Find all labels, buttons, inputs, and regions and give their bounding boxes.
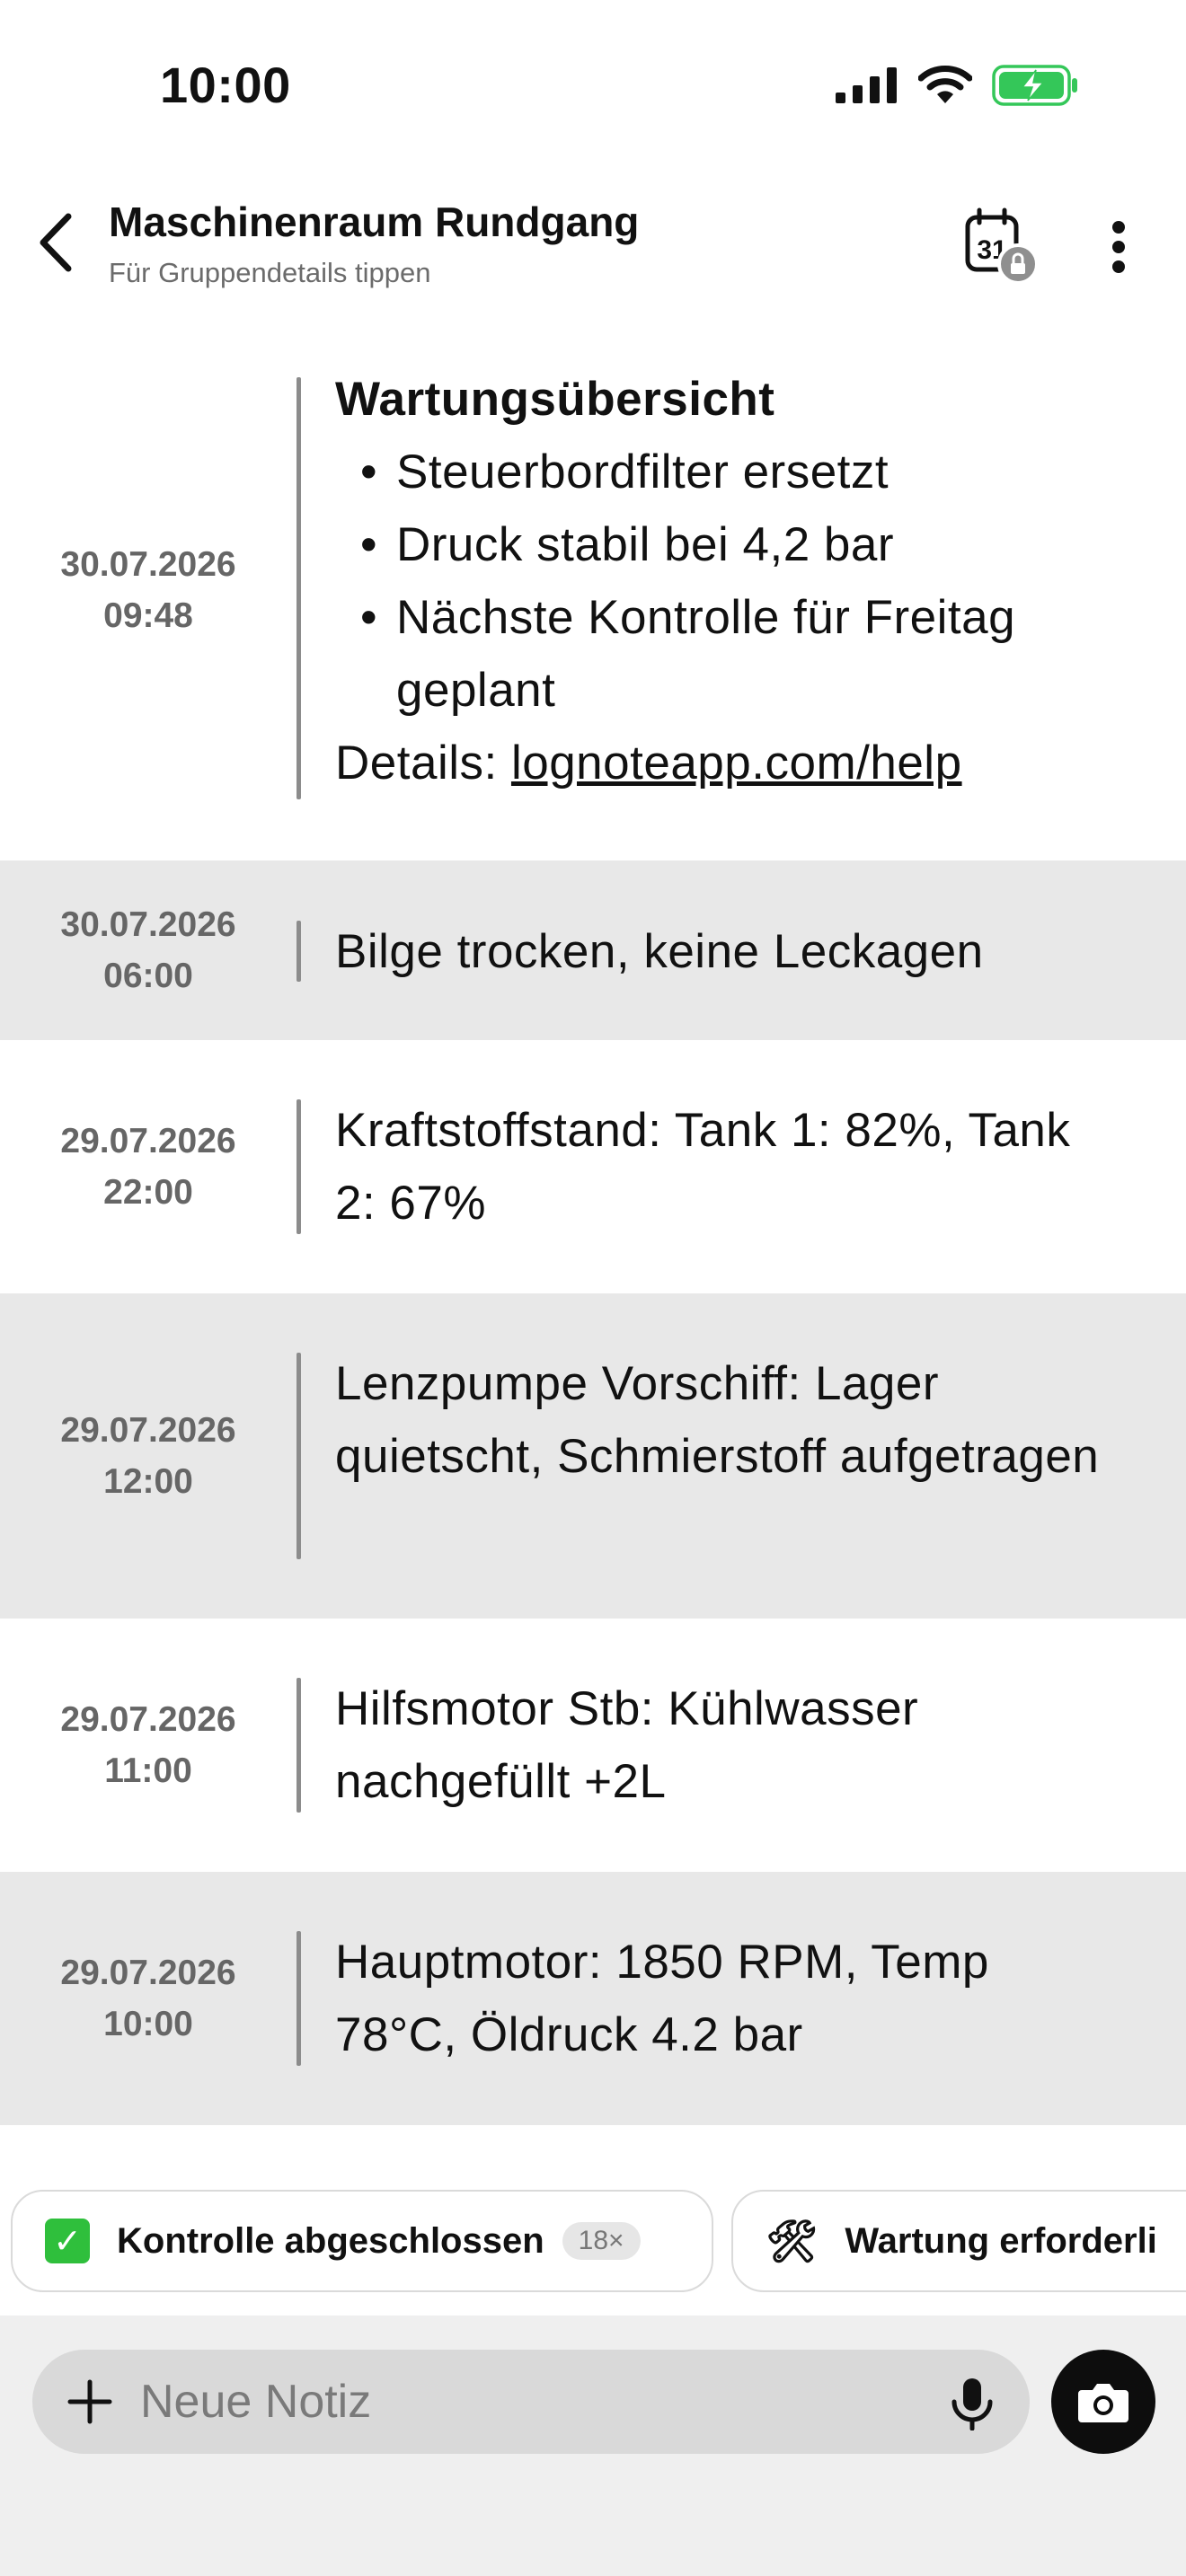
microphone-icon[interactable] — [947, 2377, 997, 2430]
log-entry[interactable]: 30.07.2026 06:00 Bilge trocken, keine Le… — [0, 860, 1186, 1040]
entry-text: Wartungsübersicht Steuerbordfilter erset… — [335, 363, 1123, 799]
group-subtitle[interactable]: Für Gruppendetails tippen — [109, 257, 430, 289]
entry-timestamp: 29.07.2026 12:00 — [0, 1405, 296, 1507]
camera-button[interactable] — [1051, 2350, 1155, 2454]
entry-timestamp: 30.07.2026 06:00 — [0, 899, 296, 1001]
plus-icon[interactable] — [63, 2375, 117, 2429]
more-vertical-icon — [1112, 221, 1125, 273]
entry-divider — [296, 921, 301, 982]
summary-item: Steuerbordfilter ersetzt — [335, 436, 1123, 508]
camera-icon — [1078, 2384, 1128, 2422]
entry-date: 30.07.2026 — [60, 545, 236, 584]
details-label: Details: — [335, 737, 511, 790]
note-input-container[interactable] — [32, 2350, 1030, 2454]
wifi-icon — [918, 66, 972, 103]
status-icons — [836, 65, 1078, 106]
entry-date: 29.07.2026 — [60, 1411, 236, 1450]
chip-label: Kontrolle abgeschlossen — [117, 2220, 544, 2261]
log-entry[interactable]: 29.07.2026 11:00 Hilfsmotor Stb: Kühlwas… — [0, 1619, 1186, 1872]
chip-label: Wartung erforderli — [845, 2220, 1157, 2261]
chip-count-badge: 18× — [562, 2222, 641, 2260]
tools-icon: 🛠 — [766, 2217, 819, 2264]
back-button[interactable] — [27, 207, 84, 278]
more-button[interactable] — [1096, 207, 1141, 287]
chat-header: Maschinenraum Rundgang Für Gruppendetail… — [0, 171, 1186, 350]
entry-timestamp: 30.07.2026 09:48 — [0, 539, 296, 641]
entry-divider — [296, 1353, 301, 1559]
back-chevron-icon — [40, 213, 72, 272]
calendar-button[interactable]: 31 — [952, 207, 1042, 287]
log-entry[interactable]: 29.07.2026 12:00 Lenzpumpe Vorschiff: La… — [0, 1293, 1186, 1619]
cellular-signal-icon — [836, 67, 897, 103]
entry-text: Kraftstoffstand: Tank 1: 82%, Tank 2: 67… — [335, 1104, 1071, 1230]
summary-title: Wartungsübersicht — [335, 373, 775, 426]
status-bar: 10:00 — [0, 0, 1186, 171]
entry-date: 29.07.2026 — [60, 1700, 236, 1739]
entry-text: Bilge trocken, keine Leckagen — [335, 925, 984, 978]
details-link[interactable]: lognoteapp.com/help — [511, 737, 962, 790]
entry-date: 30.07.2026 — [60, 905, 236, 944]
group-title[interactable]: Maschinenraum Rundgang — [109, 198, 639, 246]
entry-text: Hauptmotor: 1850 RPM, Temp 78°C, Öldruck… — [335, 1936, 989, 2061]
chip-wartung-erforderlich[interactable]: 🛠 Wartung erforderli — [731, 2190, 1186, 2292]
entry-time: 12:00 — [103, 1462, 193, 1501]
summary-item: Nächste Kontrolle für Freitag geplant — [335, 581, 1123, 727]
entry-timestamp: 29.07.2026 22:00 — [0, 1116, 296, 1218]
calendar-lock-icon: 31 — [965, 207, 1039, 285]
log-entry[interactable]: 29.07.2026 22:00 Kraftstoffstand: Tank 1… — [0, 1040, 1186, 1293]
details-line: Details: lognoteapp.com/help — [335, 727, 1123, 799]
entry-divider — [296, 1678, 301, 1813]
entry-text: Hilfsmotor Stb: Kühlwasser nachgefüllt +… — [335, 1682, 919, 1808]
log-entry[interactable]: 29.07.2026 10:00 Hauptmotor: 1850 RPM, T… — [0, 1872, 1186, 2125]
entry-time: 22:00 — [103, 1173, 193, 1212]
quick-reply-chips: ✓ Kontrolle abgeschlossen 18× 🛠 Wartung … — [0, 2184, 1186, 2292]
entry-timestamp: 29.07.2026 10:00 — [0, 1947, 296, 2050]
checkmark-box-icon: ✓ — [45, 2219, 90, 2263]
compose-bar — [0, 2316, 1186, 2576]
entry-time: 09:48 — [103, 596, 193, 635]
summary-item: Druck stabil bei 4,2 bar — [335, 508, 1123, 581]
entry-divider — [296, 1931, 301, 2066]
entry-date: 29.07.2026 — [60, 1122, 236, 1160]
entry-timestamp: 29.07.2026 11:00 — [0, 1694, 296, 1796]
chip-kontrolle-abgeschlossen[interactable]: ✓ Kontrolle abgeschlossen 18× — [11, 2190, 713, 2292]
entry-date: 29.07.2026 — [60, 1954, 236, 1992]
entry-time: 06:00 — [103, 957, 193, 995]
battery-charging-icon — [992, 65, 1077, 106]
log-entries: 30.07.2026 09:48 Wartungsübersicht Steue… — [0, 350, 1186, 2125]
summary-list: Steuerbordfilter ersetzt Druck stabil be… — [335, 436, 1123, 727]
log-entry[interactable]: 30.07.2026 09:48 Wartungsübersicht Steue… — [0, 350, 1186, 860]
entry-time: 10:00 — [103, 2005, 193, 2043]
entry-divider — [296, 377, 301, 799]
entry-divider — [296, 1099, 301, 1234]
note-input[interactable] — [140, 2364, 931, 2439]
status-time: 10:00 — [160, 57, 291, 113]
entry-text: Lenzpumpe Vorschiff: Lager quietscht, Sc… — [335, 1357, 1100, 1483]
entry-time: 11:00 — [104, 1751, 192, 1790]
